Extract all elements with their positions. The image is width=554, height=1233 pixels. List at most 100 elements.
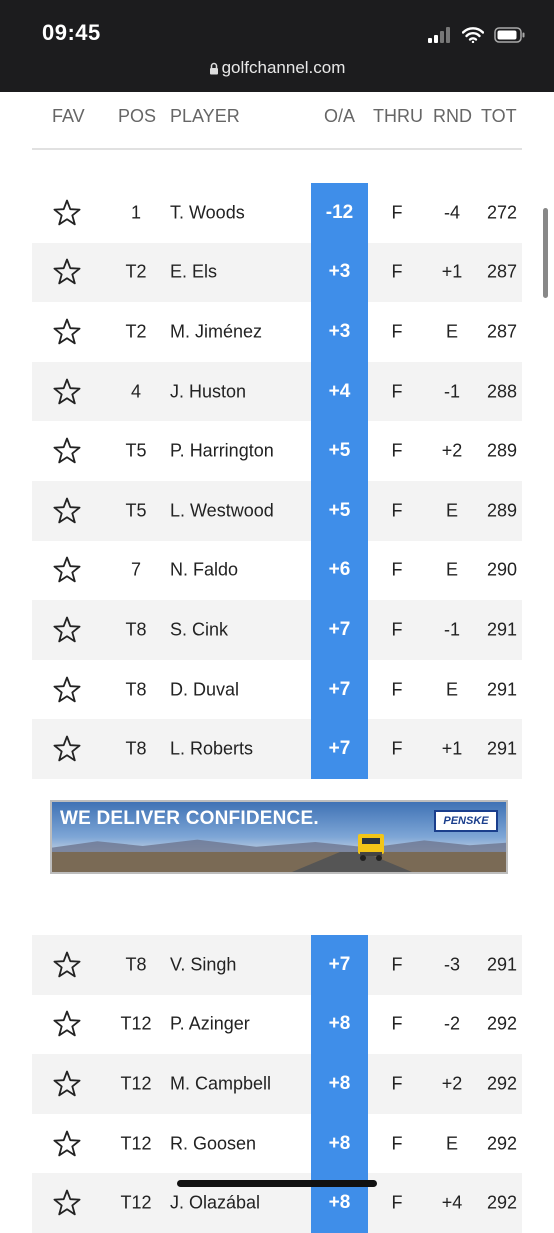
- total-score-cell: 291: [486, 954, 517, 975]
- star-outline-icon[interactable]: [52, 1129, 82, 1159]
- overall-score: +7: [328, 618, 351, 640]
- ad-headline: WE DELIVER CONFIDENCE.: [60, 808, 319, 829]
- table-row[interactable]: 7 N. Faldo +6 F E 290: [32, 540, 522, 601]
- overall-score-cell: +4: [311, 361, 368, 422]
- table-row[interactable]: T2 M. Jiménez +3 F E 287: [32, 302, 522, 362]
- overall-score-cell: +5: [311, 480, 368, 541]
- total-score-cell: 292: [486, 1133, 517, 1154]
- penske-logo: PENSKE: [434, 810, 498, 832]
- star-outline-icon[interactable]: [52, 1188, 82, 1218]
- table-row[interactable]: T8 S. Cink +7 F -1 291: [32, 600, 522, 660]
- table-row[interactable]: T5 P. Harrington +5 F +2 289: [32, 421, 522, 481]
- round-score-cell: -1: [443, 619, 460, 640]
- header-player: PLAYER: [170, 106, 240, 126]
- address-bar[interactable]: golfchannel.com: [0, 58, 554, 78]
- overall-score-cell: +3: [311, 242, 368, 303]
- overall-score: +8: [328, 1132, 351, 1154]
- position-cell: T12: [120, 1133, 152, 1154]
- leaderboard-header: FAV POS PLAYER O/A THRU RND TOT: [32, 92, 522, 150]
- header-pos: POS: [118, 106, 157, 126]
- star-outline-icon[interactable]: [52, 1009, 82, 1039]
- thru-cell: F: [391, 1133, 403, 1154]
- overall-score: +8: [328, 1072, 351, 1094]
- scrollbar[interactable]: [543, 208, 548, 298]
- table-row[interactable]: T8 V. Singh +7 F -3 291: [32, 935, 522, 995]
- thru-cell: F: [391, 954, 403, 975]
- star-outline-icon[interactable]: [52, 615, 82, 645]
- player-name[interactable]: N. Faldo: [170, 560, 238, 581]
- table-row[interactable]: T12 M. Campbell +8 F +2 292: [32, 1054, 522, 1114]
- total-score-cell: 291: [486, 679, 517, 700]
- total-score-cell: 289: [486, 500, 517, 521]
- table-row[interactable]: 1 T. Woods -12 F -4 272: [32, 183, 522, 243]
- battery-icon: [494, 27, 525, 43]
- star-outline-icon[interactable]: [52, 436, 82, 466]
- total-score-cell: 292: [486, 1013, 517, 1034]
- position-cell: T8: [125, 738, 147, 759]
- player-name[interactable]: V. Singh: [170, 954, 236, 975]
- player-name[interactable]: P. Azinger: [170, 1014, 250, 1035]
- star-outline-icon[interactable]: [52, 317, 82, 347]
- table-row[interactable]: T8 D. Duval +7 F E 291: [32, 659, 522, 720]
- star-outline-icon[interactable]: [52, 734, 82, 764]
- table-row[interactable]: 4 J. Huston +4 F -1 288: [32, 361, 522, 422]
- thru-cell: F: [391, 738, 403, 759]
- total-score-cell: 291: [486, 619, 517, 640]
- player-name[interactable]: M. Jiménez: [170, 321, 262, 342]
- position-cell: T2: [125, 321, 147, 342]
- thru-cell: F: [391, 619, 403, 640]
- overall-score: +7: [328, 953, 351, 975]
- player-name[interactable]: E. Els: [170, 262, 217, 283]
- star-outline-icon[interactable]: [52, 555, 82, 585]
- total-score-cell: 290: [486, 559, 517, 580]
- header-tot: TOT: [481, 106, 517, 126]
- table-row[interactable]: T12 R. Goosen +8 F E 292: [32, 1113, 522, 1174]
- star-outline-icon[interactable]: [52, 950, 82, 980]
- position-cell: T8: [125, 954, 147, 975]
- table-row[interactable]: T12 P. Azinger +8 F -2 292: [32, 994, 522, 1055]
- position-cell: T8: [125, 619, 147, 640]
- position-cell: 7: [130, 559, 141, 580]
- overall-score: -12: [325, 201, 354, 223]
- player-name[interactable]: S. Cink: [170, 619, 228, 640]
- player-name[interactable]: D. Duval: [170, 679, 239, 700]
- round-score-cell: E: [445, 679, 458, 700]
- player-name[interactable]: J. Huston: [170, 381, 246, 402]
- round-score-cell: -1: [443, 381, 460, 402]
- thru-cell: F: [391, 440, 403, 461]
- player-name[interactable]: L. Westwood: [170, 500, 274, 521]
- star-outline-icon[interactable]: [52, 1069, 82, 1099]
- position-cell: T12: [120, 1013, 152, 1034]
- header-fav: FAV: [52, 106, 85, 126]
- overall-score-cell: +8: [311, 1054, 368, 1114]
- overall-score: +6: [328, 559, 351, 581]
- round-score-cell: -3: [443, 954, 460, 975]
- overall-score: +4: [328, 380, 351, 402]
- overall-score: +3: [328, 261, 351, 283]
- player-name[interactable]: J. Olazábal: [170, 1193, 260, 1214]
- position-cell: T5: [125, 440, 147, 461]
- round-score-cell: E: [445, 500, 458, 521]
- table-row[interactable]: T2 E. Els +3 F +1 287: [32, 242, 522, 303]
- player-name[interactable]: T. Woods: [170, 202, 245, 223]
- ad-banner[interactable]: WE DELIVER CONFIDENCE. PENSKE: [50, 800, 508, 874]
- round-score-cell: -4: [443, 202, 460, 223]
- overall-score: +3: [328, 320, 351, 342]
- truck-icon: [358, 834, 384, 861]
- player-name[interactable]: L. Roberts: [170, 739, 253, 760]
- star-outline-icon[interactable]: [52, 198, 82, 228]
- player-name[interactable]: P. Harrington: [170, 441, 274, 462]
- total-score-cell: 272: [486, 202, 517, 223]
- star-outline-icon[interactable]: [52, 257, 82, 287]
- star-outline-icon[interactable]: [52, 377, 82, 407]
- thru-cell: F: [391, 1192, 403, 1213]
- star-outline-icon[interactable]: [52, 496, 82, 526]
- table-row[interactable]: T5 L. Westwood +5 F E 289: [32, 480, 522, 541]
- star-outline-icon[interactable]: [52, 675, 82, 705]
- player-name[interactable]: M. Campbell: [170, 1073, 271, 1094]
- player-name[interactable]: R. Goosen: [170, 1133, 256, 1154]
- total-score-cell: 289: [486, 440, 517, 461]
- round-score-cell: E: [445, 321, 458, 342]
- round-score-cell: +1: [441, 261, 463, 282]
- table-row[interactable]: T8 L. Roberts +7 F +1 291: [32, 719, 522, 779]
